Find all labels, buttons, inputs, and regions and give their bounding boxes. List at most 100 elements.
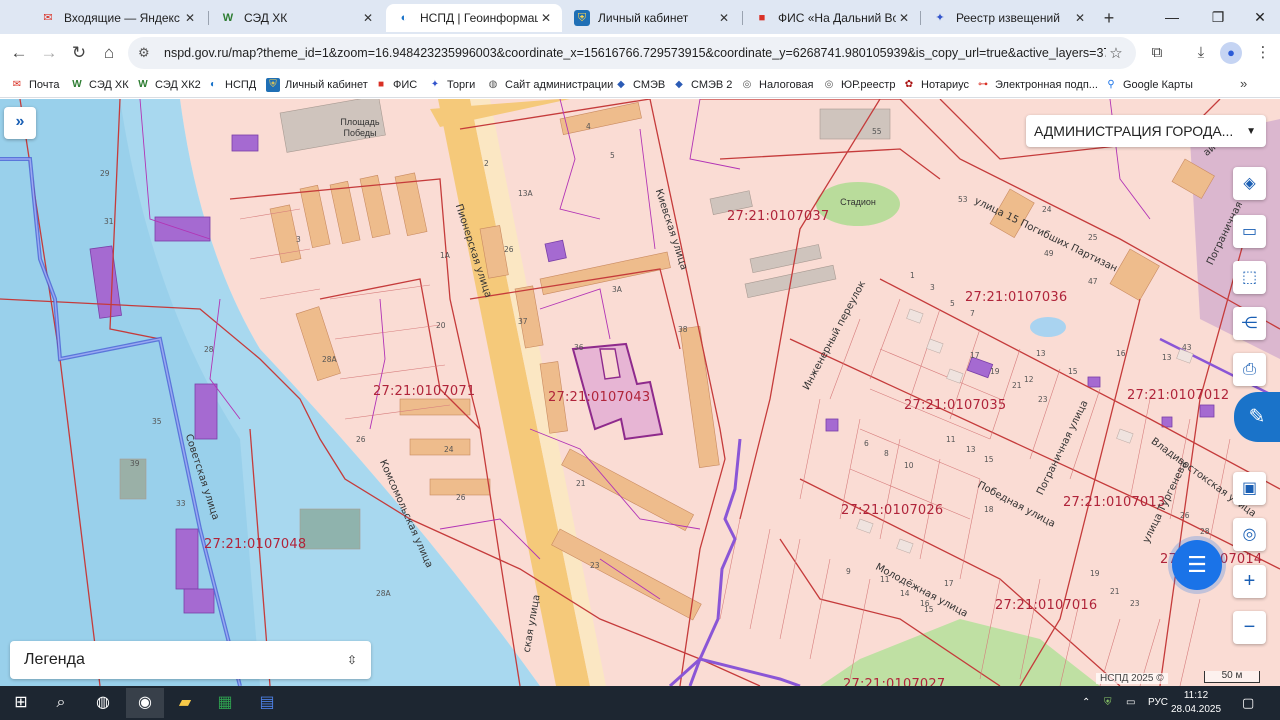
maximize-button[interactable]: ❐ (1196, 4, 1240, 30)
print-button[interactable]: ⎙ (1233, 353, 1266, 386)
parcel-label[interactable]: 27:21:0107035 (904, 398, 1006, 413)
select-area-button[interactable]: ⬚ (1233, 261, 1266, 294)
excel-icon: ▦ (217, 694, 233, 711)
parcel-label[interactable]: 27:21:0107012 (1127, 388, 1229, 403)
bookmark-item[interactable]: ⊶ Электронная подп... (976, 76, 1098, 94)
map-canvas[interactable]: Площадь Победы Стадион 27:21:0107037 27:… (0, 99, 1280, 686)
bookmark-item[interactable]: W СЭД ХК2 (136, 76, 200, 94)
close-icon[interactable]: ✕ (360, 10, 376, 26)
folder-icon: ▰ (178, 694, 192, 711)
parcel-label[interactable]: 27:21:0107016 (995, 598, 1097, 613)
scale-bar: 50 м (1204, 671, 1260, 683)
close-icon[interactable]: ✕ (182, 10, 198, 26)
network-icon[interactable]: ▭ (1126, 686, 1135, 720)
windows-start-button[interactable]: ⊞ (2, 688, 40, 718)
taskbar-word[interactable]: ▤ (248, 688, 286, 718)
new-tab-button[interactable]: + (1098, 7, 1120, 29)
address-bar[interactable]: ⚙ nspd.gov.ru/map?theme_id=1&zoom=16.948… (128, 37, 1136, 69)
download-icon[interactable]: ⤓ (1188, 40, 1214, 66)
profile-avatar[interactable]: ● (1220, 42, 1242, 64)
tab-sed[interactable]: W СЭД ХК ✕ (210, 4, 384, 32)
bookmark-item[interactable]: ■ ФИС (374, 76, 417, 94)
taskbar-explorer[interactable]: ▰ (166, 688, 204, 718)
close-icon[interactable]: ✕ (1072, 10, 1088, 26)
sed-icon: W (72, 79, 82, 90)
extensions-icon[interactable]: ⧉ (1144, 40, 1170, 66)
bookmark-item[interactable]: ◆ СМЭВ 2 (672, 76, 732, 94)
bookmark-item[interactable]: ✉ Почта (10, 76, 60, 94)
fis-icon: ■ (758, 12, 766, 24)
house-number: 5 (950, 299, 955, 308)
taskbar-chrome[interactable]: ◉ (126, 688, 164, 718)
bookmark-item[interactable]: ⚲ Google Карты (1104, 76, 1193, 94)
bookmark-item[interactable]: W СЭД ХК (70, 76, 128, 94)
share-button[interactable]: ⋲ (1233, 307, 1266, 340)
home-button[interactable]: ⌂ (96, 40, 122, 66)
search-button[interactable]: ⌕ (42, 688, 80, 718)
house-number: 29 (100, 169, 110, 178)
tab-registry[interactable]: ✦ Реестр извещений ✕ (922, 4, 1096, 32)
measure-button[interactable]: ▭ (1233, 215, 1266, 248)
layers-icon: ◈ (1243, 175, 1256, 192)
smev-icon: ◆ (617, 79, 625, 90)
house-number: 20 (436, 321, 446, 330)
house-number: 35 (152, 417, 162, 426)
tab-yandex-mail[interactable]: ✉ Входящие — Яндекс Почт ✕ (30, 4, 206, 32)
parcel-label[interactable]: 27:21:0107043 (548, 390, 650, 405)
zoom-in-button[interactable]: + (1233, 565, 1266, 598)
bookmark-item[interactable]: ◆ СМЭВ (614, 76, 665, 94)
tray-app-icon[interactable]: ⛨ (1104, 686, 1112, 720)
parcel-label[interactable]: 27:21:0107048 (204, 537, 306, 552)
reload-button[interactable]: ↻ (66, 40, 92, 66)
bookmarks-overflow-icon[interactable]: » (1240, 76, 1247, 91)
house-number: 53 (958, 195, 968, 204)
back-button[interactable]: ← (6, 40, 32, 66)
taskbar-excel[interactable]: ▦ (206, 688, 244, 718)
close-icon[interactable]: ✕ (896, 10, 912, 26)
bookmark-item[interactable]: ◎ ЮР.реестр (822, 76, 896, 94)
zoom-out-button[interactable]: − (1233, 611, 1266, 644)
bookmark-star-icon[interactable]: ☆ (1106, 44, 1126, 62)
bookmark-item[interactable]: ◍ Сайт администрации (486, 76, 614, 94)
close-window-button[interactable]: ✕ (1238, 4, 1280, 30)
parcel-label[interactable]: 27:21:0107026 (841, 503, 943, 518)
place-label: Площадь Победы (340, 117, 380, 138)
bookmark-item[interactable]: ◐ НСПД (206, 76, 256, 94)
bookmark-item[interactable]: ◎ Налоговая (740, 76, 814, 94)
assistant-button[interactable]: ✎ (1234, 392, 1280, 442)
parcel-label[interactable]: 27:21:0107027 (843, 677, 945, 686)
tab-nspd[interactable]: ◐ НСПД | Геоинформацион ✕ (386, 4, 562, 32)
parcel-label[interactable]: 27:21:0107071 (373, 384, 475, 399)
url-text[interactable]: nspd.gov.ru/map?theme_id=1&zoom=16.94842… (164, 46, 1106, 60)
sed-icon: W (222, 12, 234, 24)
site-info-icon[interactable]: ⚙ (138, 45, 158, 61)
bookmark-item[interactable]: ⛨ Личный кабинет (266, 76, 368, 94)
parcel-label[interactable]: 27:21:0107036 (965, 290, 1067, 305)
bookmark-item[interactable]: ✦ Торги (428, 76, 475, 94)
close-icon[interactable]: ✕ (538, 10, 554, 26)
taskbar-app[interactable]: ◍ (84, 688, 122, 718)
parcel-label[interactable]: 27:21:0107037 (727, 209, 829, 224)
parcel-label[interactable]: 27:21:0107013 (1063, 495, 1165, 510)
menu-icon[interactable]: ⋮ (1250, 40, 1276, 66)
tray-overflow-icon[interactable]: ⌃ (1082, 686, 1090, 720)
expand-panel-button[interactable]: » (4, 107, 36, 139)
map-attribution: НСПД 2025 © (1096, 673, 1168, 684)
legend-panel[interactable]: Легенда ⇳ (10, 641, 371, 679)
forward-button[interactable]: → (36, 40, 62, 66)
notifications-icon[interactable]: ▢ (1242, 686, 1254, 720)
minimize-button[interactable]: — (1150, 4, 1194, 30)
geolocation-button[interactable]: ◎ (1233, 518, 1266, 551)
chat-button[interactable]: ☰ (1172, 540, 1222, 590)
system-clock[interactable]: 11:12 28.04.2025 (1164, 689, 1228, 717)
tab-fis[interactable]: ■ ФИС «На Дальний Восток ✕ (744, 4, 920, 32)
house-number: 25 (1088, 233, 1098, 242)
tab-separator (742, 11, 743, 25)
minimap-button[interactable]: ▣ (1233, 472, 1266, 505)
tab-cabinet[interactable]: ⛨ Личный кабинет ✕ (564, 4, 740, 32)
house-number: 15 (1068, 367, 1078, 376)
bookmark-item[interactable]: ✿ Нотариус (902, 76, 969, 94)
administration-select[interactable]: АДМИНИСТРАЦИЯ ГОРОДА... ▼ (1026, 115, 1266, 147)
close-icon[interactable]: ✕ (716, 10, 732, 26)
layers-button[interactable]: ◈ (1233, 167, 1266, 200)
